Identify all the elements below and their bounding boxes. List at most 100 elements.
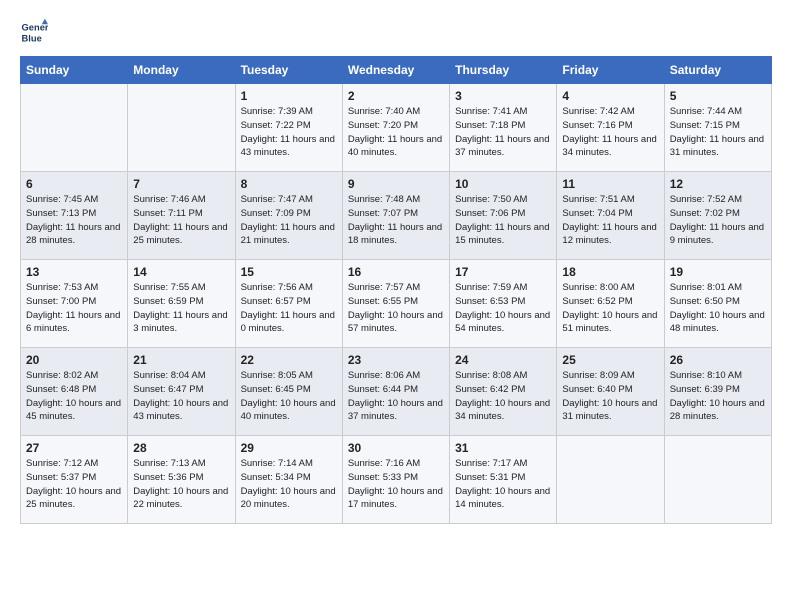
calendar-day-cell (557, 436, 664, 524)
calendar-day-cell (664, 436, 771, 524)
logo-icon: General Blue (20, 18, 48, 46)
calendar-day-cell (21, 84, 128, 172)
day-number: 12 (670, 177, 766, 191)
day-number: 31 (455, 441, 551, 455)
calendar-day-cell: 25 Sunrise: 8:09 AM Sunset: 6:40 PM Dayli… (557, 348, 664, 436)
calendar-week-row: 6 Sunrise: 7:45 AM Sunset: 7:13 PM Daylig… (21, 172, 772, 260)
calendar-day-cell: 2Sunrise: 7:40 AM Sunset: 7:20 PM Daylig… (342, 84, 449, 172)
calendar-day-cell: 8 Sunrise: 7:47 AM Sunset: 7:09 PM Daylig… (235, 172, 342, 260)
page: General Blue SundayMondayTuesdayWednesda… (0, 0, 792, 612)
header: General Blue (20, 18, 772, 46)
day-number: 11 (562, 177, 658, 191)
calendar-header-cell: Friday (557, 57, 664, 84)
calendar-week-row: 13 Sunrise: 7:53 AM Sunset: 7:00 PM Dayli… (21, 260, 772, 348)
day-info: Sunrise: 7:50 AM Sunset: 7:06 PM Dayligh… (455, 193, 551, 248)
day-info: Sunrise: 8:10 AM Sunset: 6:39 PM Dayligh… (670, 369, 766, 424)
day-info: Sunrise: 7:56 AM Sunset: 6:57 PM Dayligh… (241, 281, 337, 336)
day-number: 23 (348, 353, 444, 367)
calendar-day-cell: 30Sunrise: 7:16 AM Sunset: 5:33 PM Dayli… (342, 436, 449, 524)
day-number: 1 (241, 89, 337, 103)
calendar-day-cell: 13 Sunrise: 7:53 AM Sunset: 7:00 PM Dayli… (21, 260, 128, 348)
day-info: Sunrise: 7:52 AM Sunset: 7:02 PM Dayligh… (670, 193, 766, 248)
calendar-day-cell: 3Sunrise: 7:41 AM Sunset: 7:18 PM Daylig… (450, 84, 557, 172)
day-info: Sunrise: 7:51 AM Sunset: 7:04 PM Dayligh… (562, 193, 658, 248)
day-number: 20 (26, 353, 122, 367)
calendar-header-cell: Sunday (21, 57, 128, 84)
day-info: Sunrise: 7:46 AM Sunset: 7:11 PM Dayligh… (133, 193, 229, 248)
day-info: Sunrise: 7:40 AM Sunset: 7:20 PM Dayligh… (348, 105, 444, 160)
day-info: Sunrise: 7:55 AM Sunset: 6:59 PM Dayligh… (133, 281, 229, 336)
day-info: Sunrise: 8:06 AM Sunset: 6:44 PM Dayligh… (348, 369, 444, 424)
day-info: Sunrise: 7:59 AM Sunset: 6:53 PM Dayligh… (455, 281, 551, 336)
calendar-week-row: 20 Sunrise: 8:02 AM Sunset: 6:48 PM Dayli… (21, 348, 772, 436)
day-info: Sunrise: 7:14 AM Sunset: 5:34 PM Dayligh… (241, 457, 337, 512)
day-info: Sunrise: 8:05 AM Sunset: 6:45 PM Dayligh… (241, 369, 337, 424)
day-number: 15 (241, 265, 337, 279)
calendar-week-row: 1 Sunrise: 7:39 AM Sunset: 7:22 PM Daylig… (21, 84, 772, 172)
day-info: Sunrise: 8:00 AM Sunset: 6:52 PM Dayligh… (562, 281, 658, 336)
calendar-header-cell: Wednesday (342, 57, 449, 84)
calendar-header-cell: Tuesday (235, 57, 342, 84)
day-number: 4 (562, 89, 658, 103)
day-number: 6 (26, 177, 122, 191)
day-info: Sunrise: 7:39 AM Sunset: 7:22 PM Dayligh… (241, 105, 337, 160)
calendar-day-cell (128, 84, 235, 172)
day-info: Sunrise: 8:02 AM Sunset: 6:48 PM Dayligh… (26, 369, 122, 424)
day-number: 17 (455, 265, 551, 279)
day-info: Sunrise: 8:04 AM Sunset: 6:47 PM Dayligh… (133, 369, 229, 424)
calendar-day-cell: 15 Sunrise: 7:56 AM Sunset: 6:57 PM Dayli… (235, 260, 342, 348)
calendar-day-cell: 14Sunrise: 7:55 AM Sunset: 6:59 PM Dayli… (128, 260, 235, 348)
day-number: 30 (348, 441, 444, 455)
day-info: Sunrise: 7:13 AM Sunset: 5:36 PM Dayligh… (133, 457, 229, 512)
day-info: Sunrise: 8:08 AM Sunset: 6:42 PM Dayligh… (455, 369, 551, 424)
day-info: Sunrise: 7:42 AM Sunset: 7:16 PM Dayligh… (562, 105, 658, 160)
calendar-day-cell: 27 Sunrise: 7:12 AM Sunset: 5:37 PM Dayli… (21, 436, 128, 524)
day-number: 5 (670, 89, 766, 103)
day-info: Sunrise: 8:09 AM Sunset: 6:40 PM Dayligh… (562, 369, 658, 424)
logo: General Blue (20, 18, 48, 46)
calendar-day-cell: 22 Sunrise: 8:05 AM Sunset: 6:45 PM Dayli… (235, 348, 342, 436)
calendar-day-cell: 11 Sunrise: 7:51 AM Sunset: 7:04 PM Dayli… (557, 172, 664, 260)
day-info: Sunrise: 7:48 AM Sunset: 7:07 PM Dayligh… (348, 193, 444, 248)
day-number: 3 (455, 89, 551, 103)
day-number: 19 (670, 265, 766, 279)
day-number: 7 (133, 177, 229, 191)
day-number: 26 (670, 353, 766, 367)
day-info: Sunrise: 7:57 AM Sunset: 6:55 PM Dayligh… (348, 281, 444, 336)
calendar-header-row: SundayMondayTuesdayWednesdayThursdayFrid… (21, 57, 772, 84)
calendar-day-cell: 19Sunrise: 8:01 AM Sunset: 6:50 PM Dayli… (664, 260, 771, 348)
day-number: 27 (26, 441, 122, 455)
calendar-header-cell: Saturday (664, 57, 771, 84)
calendar-body: 1 Sunrise: 7:39 AM Sunset: 7:22 PM Daylig… (21, 84, 772, 524)
calendar-day-cell: 23 Sunrise: 8:06 AM Sunset: 6:44 PM Dayli… (342, 348, 449, 436)
day-info: Sunrise: 7:47 AM Sunset: 7:09 PM Dayligh… (241, 193, 337, 248)
calendar-header-cell: Monday (128, 57, 235, 84)
day-number: 16 (348, 265, 444, 279)
calendar-day-cell: 26 Sunrise: 8:10 AM Sunset: 6:39 PM Dayli… (664, 348, 771, 436)
calendar-day-cell: 6 Sunrise: 7:45 AM Sunset: 7:13 PM Daylig… (21, 172, 128, 260)
day-info: Sunrise: 7:53 AM Sunset: 7:00 PM Dayligh… (26, 281, 122, 336)
calendar-day-cell: 7 Sunrise: 7:46 AM Sunset: 7:11 PM Daylig… (128, 172, 235, 260)
calendar-header-cell: Thursday (450, 57, 557, 84)
day-number: 22 (241, 353, 337, 367)
day-number: 25 (562, 353, 658, 367)
calendar-day-cell: 1 Sunrise: 7:39 AM Sunset: 7:22 PM Daylig… (235, 84, 342, 172)
day-number: 8 (241, 177, 337, 191)
day-info: Sunrise: 7:45 AM Sunset: 7:13 PM Dayligh… (26, 193, 122, 248)
calendar-day-cell: 10 Sunrise: 7:50 AM Sunset: 7:06 PM Dayli… (450, 172, 557, 260)
day-number: 10 (455, 177, 551, 191)
calendar-day-cell: 29Sunrise: 7:14 AM Sunset: 5:34 PM Dayli… (235, 436, 342, 524)
calendar-table: SundayMondayTuesdayWednesdayThursdayFrid… (20, 56, 772, 524)
day-info: Sunrise: 7:12 AM Sunset: 5:37 PM Dayligh… (26, 457, 122, 512)
calendar-day-cell: 18Sunrise: 8:00 AM Sunset: 6:52 PM Dayli… (557, 260, 664, 348)
day-number: 13 (26, 265, 122, 279)
calendar-day-cell: 28 Sunrise: 7:13 AM Sunset: 5:36 PM Dayli… (128, 436, 235, 524)
calendar-day-cell: 17 Sunrise: 7:59 AM Sunset: 6:53 PM Dayli… (450, 260, 557, 348)
calendar-day-cell: 9Sunrise: 7:48 AM Sunset: 7:07 PM Daylig… (342, 172, 449, 260)
day-info: Sunrise: 7:17 AM Sunset: 5:31 PM Dayligh… (455, 457, 551, 512)
calendar-day-cell: 31 Sunrise: 7:17 AM Sunset: 5:31 PM Dayli… (450, 436, 557, 524)
day-number: 28 (133, 441, 229, 455)
calendar-day-cell: 24Sunrise: 8:08 AM Sunset: 6:42 PM Dayli… (450, 348, 557, 436)
svg-text:Blue: Blue (22, 33, 42, 43)
calendar-day-cell: 4 Sunrise: 7:42 AM Sunset: 7:16 PM Daylig… (557, 84, 664, 172)
